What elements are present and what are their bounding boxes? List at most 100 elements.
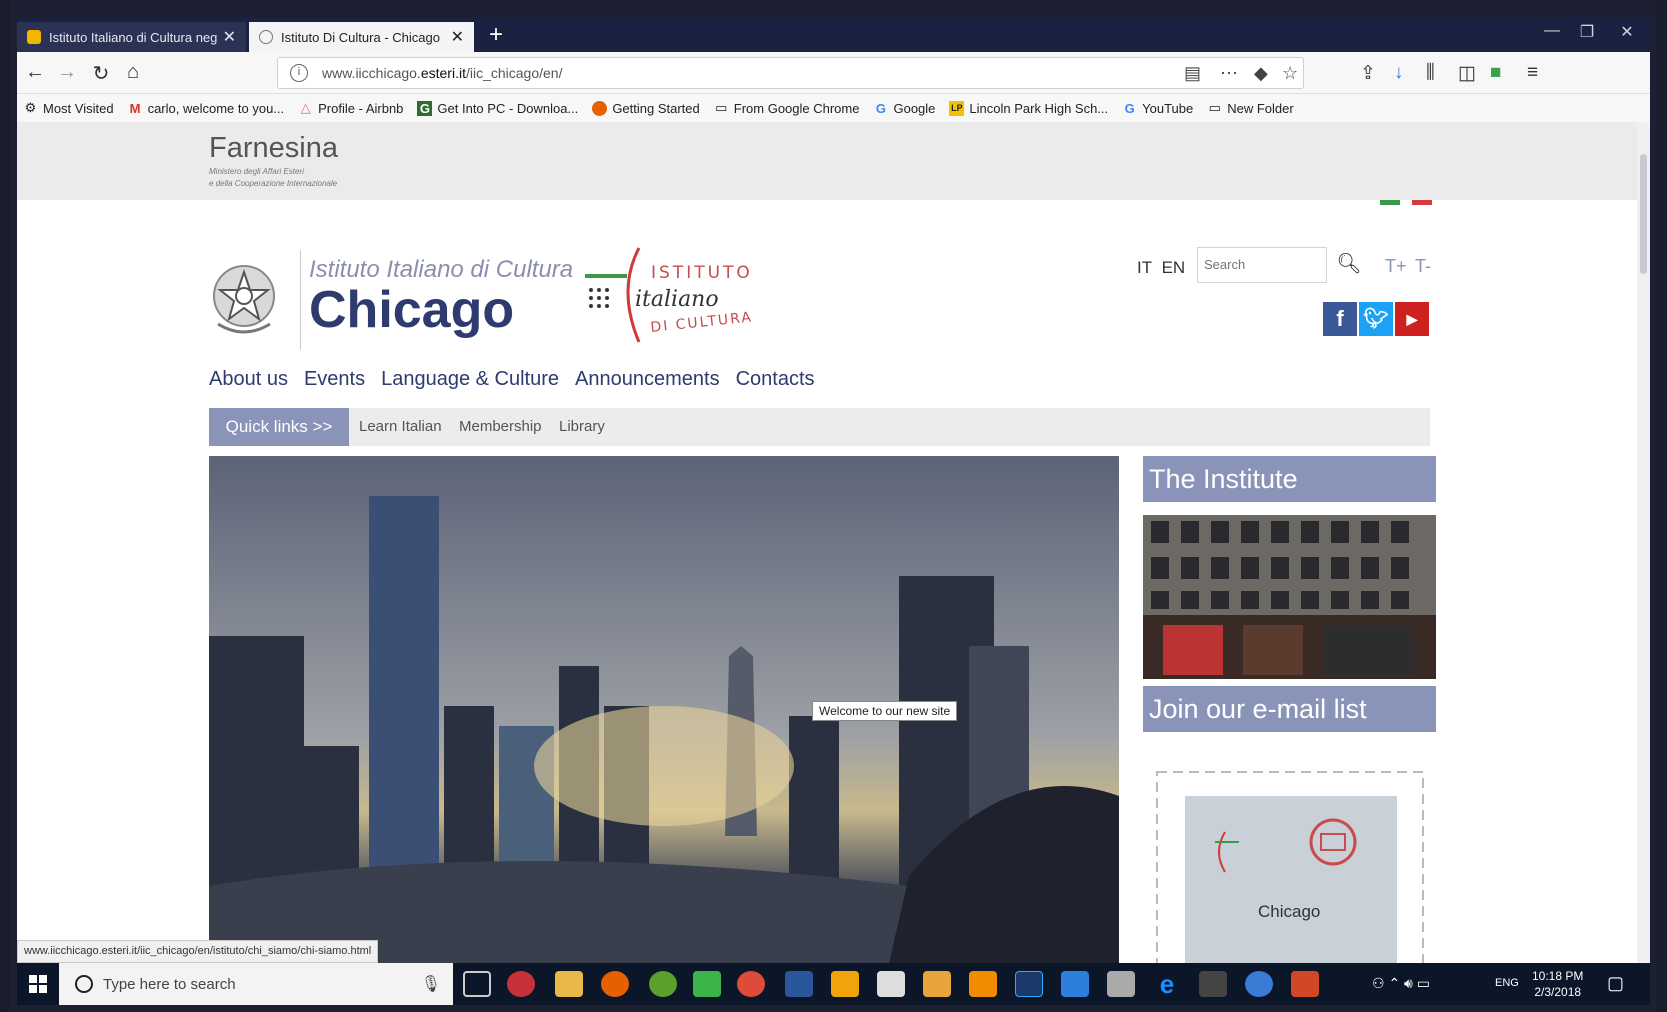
stamp-city-label: Chicago	[1258, 902, 1321, 921]
flag-green-stripe	[1380, 200, 1400, 205]
bookmark-getting-started[interactable]: Getting Started	[592, 100, 700, 116]
extension-icon[interactable]: ■	[1490, 62, 1501, 84]
bookmark-star-icon[interactable]: ☆	[1282, 63, 1298, 84]
institute-building-image[interactable]	[1143, 515, 1436, 679]
quicklink-library[interactable]: Library	[559, 418, 605, 435]
app-icon-red[interactable]	[507, 971, 535, 997]
system-tray[interactable]: ⚇ ⌃ 🔊︎ ▭	[1372, 975, 1430, 992]
windows-start-icon[interactable]	[17, 963, 59, 1005]
search-button[interactable]: 🔍︎	[1331, 247, 1367, 283]
bookmark-airbnb[interactable]: △ Profile - Airbnb	[298, 100, 404, 116]
lang-it-link[interactable]: IT	[1137, 258, 1152, 277]
vertical-scrollbar[interactable]	[1637, 122, 1650, 963]
bookmark-gmail[interactable]: Mcarlo, welcome to you...	[128, 100, 284, 116]
system-clock[interactable]: 10:18 PM 2/3/2018	[1532, 968, 1583, 1000]
url-text[interactable]: www.iicchicago.esteri.it/iic_chicago/en/	[322, 65, 562, 81]
close-window-icon[interactable]: ✕	[1607, 22, 1647, 42]
airbnb-icon: △	[300, 100, 311, 115]
word-icon[interactable]	[785, 971, 813, 997]
tab-iic-chicago[interactable]: Istituto Di Cultura - Chicago ✕	[249, 22, 474, 52]
share-icon[interactable]: ⇪	[1360, 62, 1376, 85]
calculator-icon[interactable]	[877, 971, 905, 997]
minimize-icon[interactable]: —	[1532, 22, 1572, 40]
bookmark-most-visited[interactable]: ⚙ Most Visited	[23, 100, 114, 116]
hero-image[interactable]: Welcome to our new site	[209, 456, 1119, 963]
youtube-icon[interactable]: ▶	[1395, 302, 1429, 336]
italian-emblem-icon	[213, 265, 275, 334]
institute-heading[interactable]: The Institute	[1143, 456, 1436, 502]
ministry-name[interactable]: Farnesina	[209, 132, 338, 165]
photoshop-icon[interactable]	[1015, 971, 1043, 997]
app-icon-blue[interactable]	[1061, 971, 1089, 997]
sidebar-icon[interactable]: ◫	[1458, 62, 1476, 85]
lang-indicator[interactable]: ENG	[1495, 977, 1519, 989]
bookmark-from-chrome[interactable]: ▭ From Google Chrome	[714, 100, 859, 116]
new-tab-button[interactable]: +	[482, 20, 510, 50]
quicklink-learn-italian[interactable]: Learn Italian	[359, 418, 442, 435]
app-icon-dark[interactable]	[1199, 971, 1227, 997]
downloads-icon[interactable]: ↓	[1394, 62, 1404, 84]
app-icon-gray[interactable]	[1107, 971, 1135, 997]
notifications-icon[interactable]: ▢	[1607, 973, 1624, 994]
facebook-icon[interactable]: f	[1323, 302, 1357, 336]
utorrent-icon[interactable]	[649, 971, 677, 997]
app-icon-orange[interactable]	[923, 971, 951, 997]
pocket-icon[interactable]: ◆	[1254, 63, 1268, 84]
reload-icon[interactable]: ↻	[87, 61, 115, 86]
menu-icon[interactable]: ≡	[1527, 62, 1538, 84]
windows-logo	[29, 975, 47, 993]
text-increase-button[interactable]: T+	[1385, 256, 1407, 277]
outlook-icon[interactable]	[831, 971, 859, 997]
twitter-icon[interactable]: 🐦︎	[1359, 302, 1393, 336]
bookmark-youtube[interactable]: G YouTube	[1122, 101, 1194, 116]
app-icon-green[interactable]	[693, 971, 721, 997]
chrome-icon[interactable]	[737, 971, 765, 997]
microphone-icon[interactable]: 🎙︎	[421, 974, 441, 994]
close-tab-icon[interactable]: ✕	[451, 27, 464, 47]
gmail-icon: M	[129, 100, 141, 116]
reader-view-icon[interactable]: ▤	[1184, 63, 1201, 84]
library-icon[interactable]: ⫼	[1426, 62, 1435, 84]
nav-about-us[interactable]: About us	[209, 368, 288, 391]
main-navigation: About us Events Language & Culture Annou…	[209, 368, 831, 391]
flag-red-stripe	[1412, 200, 1432, 205]
tab-iic-neg[interactable]: Istituto Italiano di Cultura neg ✕	[17, 22, 246, 52]
address-bar[interactable]: i www.iicchicago.esteri.it/iic_chicago/e…	[277, 57, 1304, 89]
header-separator	[300, 250, 301, 350]
task-view-icon[interactable]	[463, 971, 491, 997]
home-icon[interactable]: ⌂	[119, 61, 147, 84]
search-input[interactable]	[1204, 248, 1324, 280]
site-info-icon[interactable]: i	[290, 64, 308, 82]
firefox-taskbar-icon[interactable]	[601, 971, 629, 997]
scrollbar-thumb[interactable]	[1640, 154, 1647, 274]
nav-events[interactable]: Events	[304, 368, 365, 391]
globe-icon[interactable]	[1245, 971, 1273, 997]
edge-icon[interactable]: e	[1153, 971, 1181, 997]
quick-links-bar: Quick links >> Learn Italian Membership …	[209, 408, 1430, 446]
email-list-heading[interactable]: Join our e-mail list	[1143, 686, 1436, 732]
gear-icon: ⚙	[24, 100, 37, 115]
text-decrease-button[interactable]: T-	[1415, 256, 1431, 277]
bookmark-lincoln-park[interactable]: LP Lincoln Park High Sch...	[949, 100, 1108, 116]
quick-links-button[interactable]: Quick links >>	[209, 408, 349, 446]
powerpoint-icon[interactable]	[1291, 971, 1319, 997]
restore-icon[interactable]: ❐	[1567, 22, 1607, 42]
bookmark-google[interactable]: G Google	[873, 101, 935, 116]
vlc-icon[interactable]	[969, 971, 997, 997]
close-tab-icon[interactable]: ✕	[223, 27, 236, 47]
file-explorer-icon[interactable]	[555, 971, 583, 997]
bookmark-getintopc[interactable]: G Get Into PC - Downloa...	[417, 100, 578, 116]
bookmark-new-folder[interactable]: ▭ New Folder	[1207, 100, 1294, 116]
page-title[interactable]: Chicago	[309, 280, 514, 340]
taskbar-search[interactable]: Type here to search 🎙︎	[59, 963, 453, 1005]
bookmarks-toolbar: ⚙ Most Visited Mcarlo, welcome to you... …	[17, 94, 1650, 122]
nav-announcements[interactable]: Announcements	[575, 368, 720, 391]
forward-icon[interactable]: →	[53, 61, 81, 84]
nav-contacts[interactable]: Contacts	[736, 368, 815, 391]
lang-en-link[interactable]: EN	[1162, 258, 1186, 277]
page-actions-icon[interactable]: ⋯	[1220, 63, 1238, 84]
nav-language-culture[interactable]: Language & Culture	[381, 368, 559, 391]
email-stamp-image[interactable]: Chicago	[1143, 762, 1436, 963]
quicklink-membership[interactable]: Membership	[459, 418, 542, 435]
back-icon[interactable]: ←	[21, 61, 49, 84]
